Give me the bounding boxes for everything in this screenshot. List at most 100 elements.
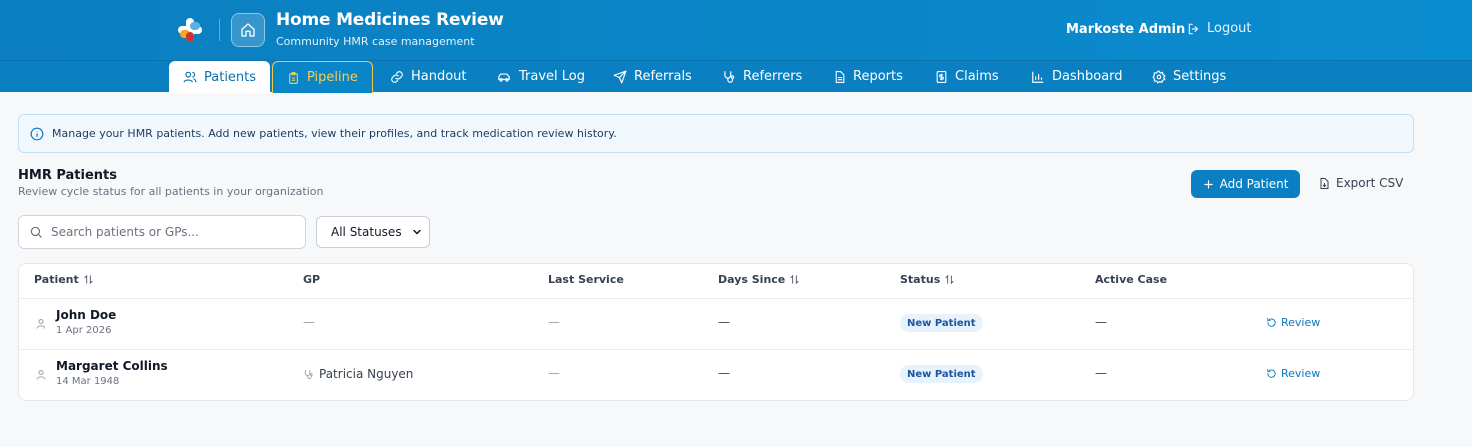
column-header: Patient [34, 273, 79, 286]
info-banner: Manage your HMR patients. Add new patien… [18, 114, 1414, 153]
tab-travel-log[interactable]: Travel Log [496, 61, 585, 92]
tab-label: Pipeline [307, 70, 358, 85]
file-download-icon [1320, 177, 1329, 189]
tab-label: Handout [411, 69, 467, 84]
plus-icon [1203, 179, 1213, 189]
patients-table: Patient GP Last Service Days Since Statu… [18, 263, 1414, 401]
dollar-icon [936, 70, 947, 83]
last-service-cell: — [548, 366, 560, 380]
col-gp: GP [303, 273, 320, 286]
review-button[interactable]: Review [1266, 367, 1320, 380]
last-service-cell: — [548, 315, 560, 329]
patient-dob: 14 Mar 1948 [56, 376, 120, 387]
col-last-service: Last Service [548, 273, 624, 286]
tab-label: Referrers [743, 69, 803, 84]
status-filter-select[interactable]: All Statuses [316, 216, 430, 248]
patient-name[interactable]: John Doe [56, 308, 116, 322]
users-icon [183, 71, 197, 83]
tab-label: Travel Log [519, 69, 585, 84]
sort-icon [945, 274, 954, 285]
tab-label: Settings [1173, 69, 1227, 84]
col-days-since[interactable]: Days Since [718, 273, 800, 286]
user-icon [36, 370, 46, 380]
sort-icon [790, 274, 799, 285]
stethoscope-icon [724, 70, 735, 83]
active-case-cell: — [1095, 315, 1107, 329]
export-csv-label: Export CSV [1336, 176, 1404, 190]
home-button[interactable] [231, 13, 265, 47]
app-header: Home Medicines Review Community HMR case… [0, 0, 1472, 60]
user-name[interactable]: Markoste Admin [1066, 22, 1185, 37]
logout-icon [1188, 23, 1199, 34]
main-nav: Patients Pipeline Handout Travel Log Ref… [0, 60, 1472, 93]
car-icon [498, 73, 510, 82]
days-since-cell: — [718, 366, 730, 380]
tab-dashboard[interactable]: Dashboard [1031, 61, 1123, 92]
gp-name: Patricia Nguyen [319, 367, 414, 381]
column-header: GP [303, 273, 321, 286]
user-icon [36, 319, 46, 329]
tab-claims[interactable]: Claims [935, 61, 999, 92]
tab-label: Claims [955, 69, 999, 84]
tab-label: Reports [853, 69, 903, 84]
search-box[interactable] [18, 215, 306, 249]
col-active-case: Active Case [1095, 273, 1167, 286]
chevron-down-icon [413, 229, 421, 235]
search-input[interactable] [51, 225, 291, 239]
info-icon [30, 127, 44, 140]
send-icon [613, 70, 627, 83]
sort-icon [84, 274, 93, 285]
document-icon [835, 70, 845, 83]
tab-settings[interactable]: Settings [1152, 61, 1226, 92]
clipboard-icon [289, 71, 298, 84]
logout-label: Logout [1207, 21, 1252, 36]
review-label: Review [1281, 367, 1321, 380]
status-badge: New Patient [900, 365, 983, 383]
logout-button[interactable]: Logout [1187, 21, 1252, 36]
bar-chart-icon [1032, 71, 1044, 83]
status-filter-value: All Statuses [331, 225, 402, 239]
review-label: Review [1281, 316, 1321, 329]
column-header: Status [900, 273, 941, 286]
link-icon [391, 70, 403, 83]
tab-label: Referrals [634, 69, 692, 84]
col-patient[interactable]: Patient [34, 273, 94, 286]
add-patient-button[interactable]: Add Patient [1191, 170, 1300, 198]
column-header: Last Service [548, 273, 624, 286]
column-header: Days Since [718, 273, 786, 286]
row-divider [19, 349, 1413, 350]
patient-dob: 1 Apr 2026 [56, 325, 112, 336]
days-since-cell: — [718, 315, 730, 329]
info-text: Manage your HMR patients. Add new patien… [52, 127, 617, 140]
tab-handout[interactable]: Handout [390, 61, 467, 92]
refresh-icon [1267, 317, 1276, 327]
col-status[interactable]: Status [900, 273, 955, 286]
add-patient-label: Add Patient [1219, 177, 1289, 191]
search-icon [30, 226, 42, 238]
app-title: Home Medicines Review [276, 10, 504, 30]
gear-icon [1152, 70, 1166, 84]
refresh-icon [1267, 368, 1276, 378]
tab-patients[interactable]: Patients [169, 61, 271, 93]
review-button[interactable]: Review [1266, 316, 1320, 329]
app-logo-icon [178, 18, 202, 42]
active-case-cell: — [1095, 366, 1107, 380]
tab-pipeline[interactable]: Pipeline [272, 61, 373, 93]
tab-referrals[interactable]: Referrals [613, 61, 692, 92]
export-csv-button[interactable]: Export CSV [1318, 176, 1403, 190]
tab-referrers[interactable]: Referrers [722, 61, 802, 92]
tab-label: Patients [204, 69, 257, 85]
header-divider [19, 298, 1413, 299]
gp-cell: — [303, 315, 315, 329]
tab-reports[interactable]: Reports [833, 61, 903, 92]
patient-name[interactable]: Margaret Collins [56, 359, 168, 373]
home-icon [241, 23, 255, 37]
section-title: HMR Patients [18, 168, 117, 183]
header-divider [219, 19, 220, 41]
section-subtitle: Review cycle status for all patients in … [18, 185, 324, 198]
gp-cell: Patricia Nguyen [303, 367, 413, 381]
app-subtitle: Community HMR case management [276, 35, 475, 48]
tab-label: Dashboard [1052, 69, 1123, 84]
stethoscope-icon [304, 369, 313, 379]
column-header: Active Case [1095, 273, 1168, 286]
